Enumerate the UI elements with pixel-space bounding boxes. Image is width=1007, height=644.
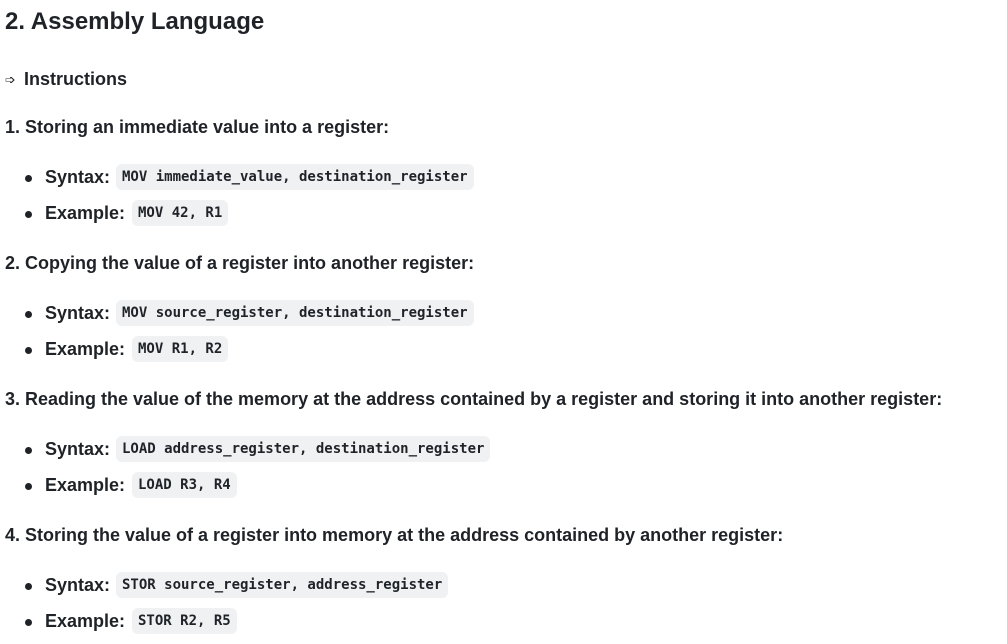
bullet-icon [25,583,32,590]
instructions-heading-label: Instructions [24,69,128,89]
syntax-code: LOAD address_register, destination_regis… [116,436,491,462]
instructions-heading: ➩ Instructions [5,67,127,92]
page-title: 2. Assembly Language [5,8,265,35]
step-heading: 3. Reading the value of the memory at th… [5,389,943,409]
bullet-icon [25,483,32,490]
step-heading: 4. Storing the value of a register into … [5,525,784,545]
syntax-code: STOR source_register, address_register [116,572,449,598]
arrow-right-icon: ➩ [5,72,16,87]
syntax-label: Syntax: [45,439,111,459]
example-code: MOV R1, R2 [132,336,229,362]
example-label: Example: [45,611,126,631]
syntax-label: Syntax: [45,575,111,595]
bullet-icon [25,619,32,626]
example-label: Example: [45,339,126,359]
example-code: MOV 42, R1 [132,200,229,226]
step-heading: 1. Storing an immediate value into a reg… [5,117,390,137]
syntax-label: Syntax: [45,303,111,323]
bullet-icon [25,175,32,182]
syntax-label: Syntax: [45,167,111,187]
example-code: STOR R2, R5 [132,608,237,634]
step-heading: 2. Copying the value of a register into … [5,253,475,273]
example-label: Example: [45,203,126,223]
bullet-icon [25,347,32,354]
syntax-code: MOV source_register, destination_registe… [116,300,474,326]
syntax-code: MOV immediate_value, destination_registe… [116,164,474,190]
bullet-icon [25,311,32,318]
example-code: LOAD R3, R4 [132,472,237,498]
bullet-icon [25,211,32,218]
example-label: Example: [45,475,126,495]
bullet-icon [25,447,32,454]
